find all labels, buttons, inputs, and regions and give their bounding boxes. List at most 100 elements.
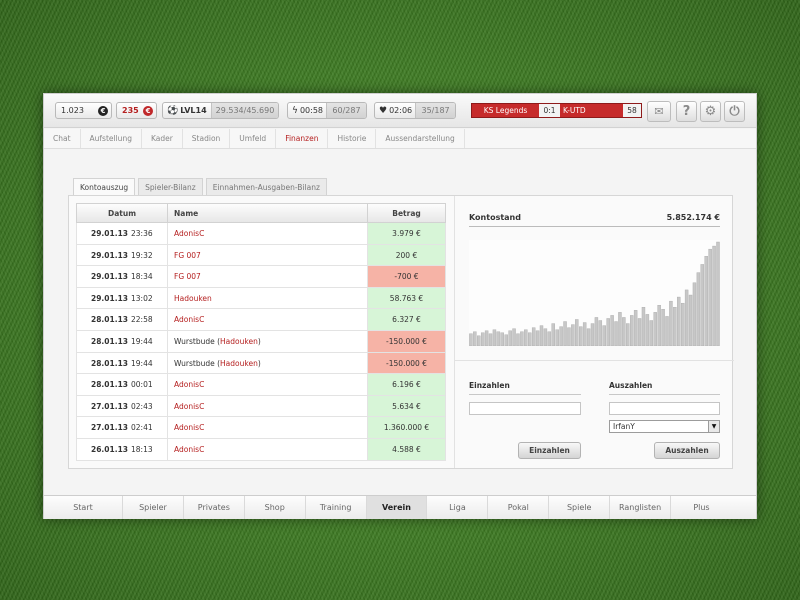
balance-bar — [559, 326, 563, 346]
transaction-player-link[interactable]: AdonisC — [174, 229, 204, 238]
withdraw-button[interactable]: Auszahlen — [654, 442, 720, 459]
transaction-time: 19:44 — [123, 352, 168, 374]
nav-item-shop[interactable]: Shop — [245, 496, 306, 519]
transaction-player-link[interactable]: AdonisC — [174, 402, 204, 411]
transaction-player-link[interactable]: AdonisC — [174, 315, 204, 324]
nav-item-privates[interactable]: Privates — [184, 496, 245, 519]
deposit-amount-input[interactable] — [469, 402, 581, 415]
balance-bar — [535, 330, 540, 346]
live-match-ticker[interactable]: KS Legends 0:1 K-UTD 58 — [471, 103, 642, 118]
balance-bar — [520, 331, 524, 346]
energy-timer: 00:58 — [299, 106, 323, 115]
coins-counter[interactable]: 1.023 € — [55, 102, 112, 119]
subnav-item-finanzen[interactable]: Finanzen — [276, 129, 329, 148]
balance-bar — [692, 282, 697, 346]
deposit-button[interactable]: Einzahlen — [518, 442, 581, 459]
tab-kontoauszug[interactable]: Kontoauszug — [73, 178, 136, 196]
main-navigation: Start Spieler Privates Shop Training Ver… — [44, 495, 756, 519]
balance-bar — [626, 323, 630, 346]
transaction-name: Wurstbude ( — [174, 358, 221, 368]
transaction-time: 22:58 — [123, 309, 168, 330]
table-row: 29.01.13 23:36 AdonisC 3.979 € — [76, 223, 446, 245]
premium-coin-icon: € — [143, 105, 153, 116]
nav-item-pokal[interactable]: Pokal — [488, 496, 550, 519]
transaction-player-link[interactable]: FG 007 — [174, 272, 201, 281]
balance-bar — [641, 307, 646, 346]
table-row: 28.01.13 22:58 AdonisC 6.327 € — [76, 309, 446, 331]
balance-bar — [547, 331, 552, 346]
subnav-item-stadion[interactable]: Stadion — [183, 129, 231, 148]
subnav-item-aussendarstellung[interactable]: Aussendarstellung — [376, 129, 465, 148]
recipient-select[interactable]: IrfanY ▼ — [609, 420, 720, 433]
top-bar: 1.023 € 235 € ⚽ LVL14 29.534/45.690 ϟ 00… — [44, 94, 756, 128]
level-progress[interactable]: ⚽ LVL14 29.534/45.690 — [162, 102, 279, 119]
match-score: 0:1 — [539, 104, 560, 117]
balance-label: Kontostand — [469, 213, 521, 222]
transaction-amount: -700 € — [368, 266, 445, 287]
transaction-date: 27.01.13 — [91, 401, 129, 411]
nav-item-verein[interactable]: Verein — [366, 496, 428, 519]
tab-spieler-bilanz[interactable]: Spieler-Bilanz — [138, 178, 203, 195]
subnav-item-umfeld[interactable]: Umfeld — [230, 129, 277, 148]
nav-item-training[interactable]: Training — [306, 496, 367, 519]
nav-item-spieler[interactable]: Spieler — [123, 496, 184, 519]
transaction-party: AdonisC — [168, 395, 368, 417]
transaction-player-link[interactable]: Hadouken — [174, 294, 212, 303]
nav-item-start[interactable]: Start — [44, 496, 123, 519]
finance-tabs: Kontoauszug Spieler-Bilanz Einnahmen-Aus… — [73, 178, 330, 196]
nav-item-ranglisten[interactable]: Ranglisten — [610, 496, 672, 519]
transaction-player-link[interactable]: FG 007 — [174, 251, 201, 260]
health-meter[interactable]: ♥ 02:06 35/187 — [374, 102, 456, 119]
table-row: 27.01.13 02:43 AdonisC 5.634 € — [76, 395, 446, 418]
transaction-name-suffix: ) — [257, 358, 261, 368]
deposit-label: Einzahlen — [469, 381, 510, 390]
transaction-date: 29.01.13 — [91, 250, 129, 260]
balance-bar — [598, 320, 603, 346]
xp-value: 29.534/45.690 — [210, 103, 278, 118]
balance-bar — [500, 332, 504, 346]
balance-value: 5.852.174 € — [666, 213, 720, 222]
nav-item-liga[interactable]: Liga — [427, 496, 489, 519]
heart-icon: ♥ — [379, 105, 388, 116]
nav-item-plus[interactable]: Plus — [671, 496, 732, 519]
tab-einnahmen-ausgaben-bilanz[interactable]: Einnahmen-Ausgaben-Bilanz — [205, 178, 327, 195]
balance-header: Kontostand 5.852.174 € — [469, 213, 720, 227]
transaction-player-link[interactable]: AdonisC — [174, 380, 204, 389]
balance-bar — [496, 331, 501, 346]
column-header-date[interactable]: Datum — [77, 204, 168, 222]
transaction-date: 28.01.13 — [91, 358, 129, 368]
balance-bar — [700, 264, 705, 346]
transaction-player-link[interactable]: AdonisC — [174, 445, 204, 454]
subnav-item-historie[interactable]: Historie — [328, 129, 377, 148]
withdraw-amount-input[interactable] — [609, 402, 720, 415]
divider — [455, 360, 734, 361]
transaction-player-link[interactable]: Hadouken — [220, 359, 258, 368]
balance-bar — [610, 315, 614, 346]
premium-value: 235 — [122, 106, 139, 115]
table-header: Datum Name Betrag — [76, 203, 446, 223]
subnav-item-aufstellung[interactable]: Aufstellung — [81, 129, 142, 148]
transaction-player-link[interactable]: AdonisC — [174, 423, 204, 432]
balance-bar — [673, 307, 677, 346]
energy-value: 60/287 — [326, 103, 366, 118]
settings-gear-icon[interactable]: ⚙ — [700, 101, 721, 122]
transaction-time: 02:43 — [123, 395, 168, 417]
column-header-amount[interactable]: Betrag — [368, 204, 445, 222]
chevron-down-icon[interactable]: ▼ — [708, 421, 719, 432]
balance-bar — [531, 327, 536, 346]
transaction-party: AdonisC — [168, 438, 368, 460]
help-icon[interactable]: ? — [676, 101, 697, 122]
power-icon[interactable]: ⏻ — [724, 101, 745, 122]
transaction-amount: 5.634 € — [368, 395, 445, 417]
energy-meter[interactable]: ϟ 00:58 60/287 — [287, 102, 367, 119]
premium-counter[interactable]: 235 € — [116, 102, 157, 119]
balance-bar — [696, 272, 701, 346]
balance-bar — [594, 317, 599, 346]
transaction-player-link[interactable]: Hadouken — [220, 337, 258, 346]
nav-item-spiele[interactable]: Spiele — [549, 496, 611, 519]
column-header-name[interactable]: Name — [168, 204, 368, 222]
subnav-item-chat[interactable]: Chat — [44, 129, 81, 148]
table-row: 28.01.13 00:01 AdonisC 6.196 € — [76, 374, 446, 396]
mail-icon[interactable]: ✉ — [647, 101, 671, 122]
subnav-item-kader[interactable]: Kader — [142, 129, 183, 148]
